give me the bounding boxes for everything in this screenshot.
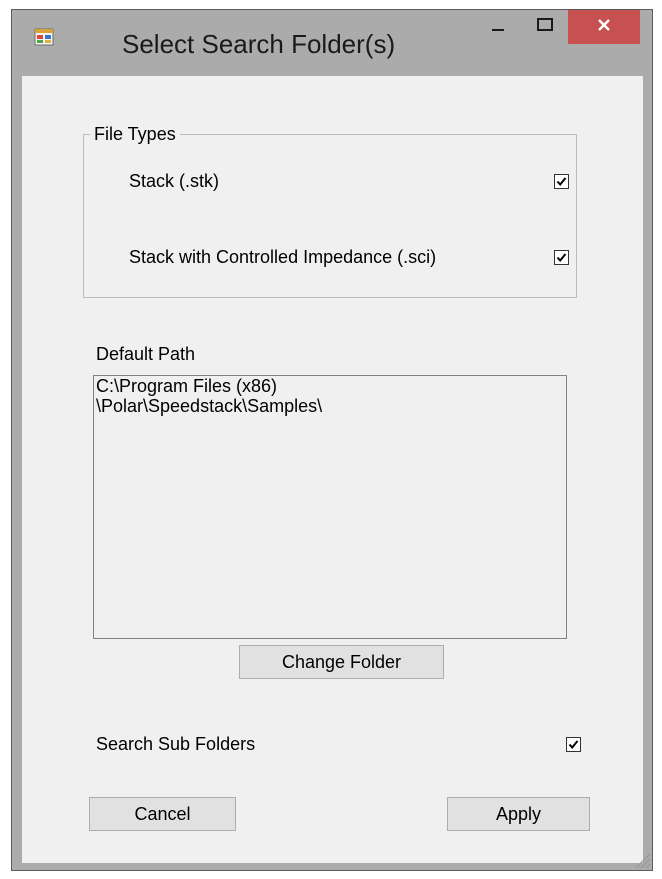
apply-button[interactable]: Apply [447,797,590,831]
resize-grip-icon[interactable] [630,848,652,870]
title-bar[interactable]: Select Search Folder(s) [12,10,652,76]
minimize-icon [491,18,505,37]
checkmark-icon [556,177,567,187]
maximize-icon [537,17,553,37]
app-icon [34,27,54,47]
sci-file-type-label: Stack with Controlled Impedance (.sci) [129,247,437,267]
cancel-button[interactable]: Cancel [89,797,236,831]
stk-file-type-checkbox[interactable] [554,174,569,189]
minimize-button[interactable] [475,10,521,44]
change-folder-button[interactable]: Change Folder [239,645,444,679]
file-types-group: File Types [83,123,577,298]
dialog-window: Select Search Folder(s) File Types Stack… [11,9,653,871]
maximize-button[interactable] [522,10,568,44]
checkmark-icon [568,740,579,750]
close-button[interactable] [568,10,640,44]
default-path-field[interactable]: C:\Program Files (x86) \Polar\Speedstack… [93,375,567,639]
search-sub-folders-label: Search Sub Folders [96,734,256,754]
stk-file-type-label: Stack (.stk) [129,171,220,191]
default-path-label: Default Path [96,344,196,364]
checkmark-icon [556,253,567,263]
close-icon [596,17,612,38]
search-sub-folders-checkbox[interactable] [566,737,581,752]
sci-file-type-checkbox[interactable] [554,250,569,265]
window-title: Select Search Folder(s) [122,29,396,59]
file-types-legend: File Types [90,123,180,145]
